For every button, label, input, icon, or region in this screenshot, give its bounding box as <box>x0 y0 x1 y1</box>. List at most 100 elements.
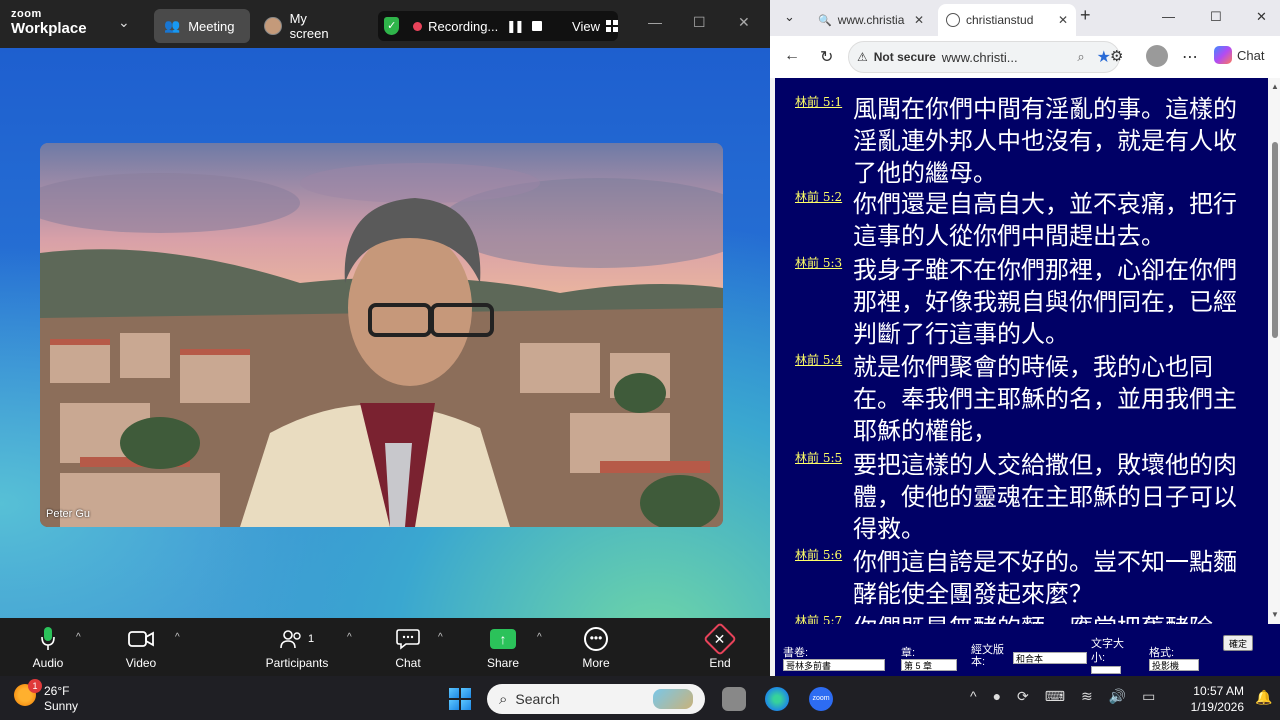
bible-options-form: 書卷: 哥林多前書 章: 第 5 章 經文版本: 和合本 文字大小: 格式: 投… <box>775 624 1280 676</box>
verse-reference-link[interactable]: 林前 5:7 <box>795 612 842 624</box>
verse-reference-link[interactable]: 林前 5:2 <box>795 188 842 205</box>
participant-video[interactable] <box>40 143 723 527</box>
version-select[interactable]: 和合本 <box>1013 652 1087 664</box>
notification-badge: 1 <box>28 679 42 693</box>
browser-tab-1[interactable]: 🔍 www.christia ✕ <box>810 4 932 36</box>
url-text: www.christi... <box>941 49 1018 65</box>
verse-text: 你們既是無酵的麵，應當把舊酵除 <box>853 612 1247 624</box>
verse-text: 就是你們聚會的時候，我的心也同在。奉我們主耶穌的名，並用我們主耶穌的權能， <box>853 353 1237 445</box>
scroll-up-icon[interactable]: ▲ <box>1271 82 1279 91</box>
scrollbar[interactable]: ▲ ▼ <box>1268 78 1280 624</box>
address-bar[interactable]: ⚠ Not secure www.christi... ⌕ ★ <box>848 41 1120 73</box>
more-label: More <box>582 656 610 670</box>
people-icon: 👥 <box>164 18 181 33</box>
zoom-search-icon[interactable]: ⌕ <box>1077 49 1084 65</box>
chat-button[interactable]: Chat <box>388 624 428 670</box>
audio-button[interactable]: Audio <box>26 624 70 670</box>
copilot-chat-button[interactable]: Chat <box>1214 46 1264 64</box>
format-label: 格式: <box>1149 647 1175 659</box>
end-button[interactable]: ✕ End <box>702 622 738 670</box>
browser-tab-2[interactable]: christianstud ✕ <box>938 4 1076 36</box>
refresh-icon[interactable]: ↻ <box>820 47 833 67</box>
verse-reference-link[interactable]: 林前 5:6 <box>795 546 842 563</box>
book-select[interactable]: 哥林多前書 <box>783 659 885 671</box>
zoom-logo-bottom: Workplace <box>11 20 87 37</box>
grid-view-icon[interactable] <box>606 20 618 32</box>
end-call-icon: ✕ <box>703 622 737 656</box>
chevron-up-icon[interactable]: ^ <box>970 688 977 705</box>
chevron-down-icon[interactable]: ⌄ <box>118 14 130 31</box>
video-button[interactable]: Video <box>118 624 164 670</box>
task-view-icon[interactable] <box>722 687 746 711</box>
copilot-chat-label: Chat <box>1237 47 1265 63</box>
view-button[interactable]: View <box>572 19 600 34</box>
book-label: 書卷: <box>783 647 809 659</box>
confirm-button[interactable]: 確定 <box>1223 635 1253 651</box>
chapter-select[interactable]: 第 5 章 <box>901 659 957 671</box>
tab-actions-chevron-icon[interactable]: ⌄ <box>784 9 795 25</box>
security-alert-icon[interactable]: ● <box>993 688 1001 705</box>
search-icon: ⌕ <box>499 690 508 708</box>
search-icon: 🔍 <box>818 14 832 27</box>
tab-meeting-label: Meeting <box>188 18 235 34</box>
volume-icon[interactable]: 🔊 <box>1109 688 1126 705</box>
taskbar-search[interactable]: ⌕ Search <box>487 684 705 714</box>
wifi-icon[interactable]: ≋ <box>1081 688 1093 705</box>
more-button[interactable]: ••• More <box>576 624 616 670</box>
edge-browser-icon[interactable] <box>765 687 789 711</box>
battery-icon[interactable]: ▭ <box>1142 688 1155 705</box>
verse-reference-link[interactable]: 林前 5:1 <box>795 93 842 110</box>
participants-count: 1 <box>307 633 315 645</box>
chevron-up-icon[interactable]: ^ <box>175 632 180 643</box>
audio-label: Audio <box>32 656 64 670</box>
chevron-up-icon[interactable]: ^ <box>347 632 352 643</box>
zoom-toolbar: Audio ^ Video ^ 1 Participants ^ Chat ^ … <box>0 618 770 676</box>
verse-reference-link[interactable]: 林前 5:3 <box>795 254 842 271</box>
scroll-down-icon[interactable]: ▼ <box>1271 610 1279 619</box>
verse-text: 你們這自誇是不好的。豈不知一點麵酵能使全團發起來麼？ <box>853 548 1237 608</box>
copilot-icon <box>1214 46 1232 64</box>
weather-widget[interactable]: 1 26°F Sunny <box>14 679 78 714</box>
verse-reference-link[interactable]: 林前 5:4 <box>795 351 842 368</box>
new-tab-icon[interactable]: + <box>1080 5 1091 26</box>
windows-start-icon[interactable] <box>449 688 471 710</box>
chevron-up-icon[interactable]: ^ <box>537 632 542 643</box>
minimize-icon[interactable]: — <box>648 14 662 30</box>
minimize-icon[interactable]: — <box>1162 9 1175 24</box>
verse-reference-link[interactable]: 林前 5:5 <box>795 449 842 466</box>
verse-text: 風聞在你們中間有淫亂的事。這樣的淫亂連外邦人中也沒有，就是有人收了他的繼母。 <box>853 95 1237 187</box>
security-label: Not secure <box>873 50 936 64</box>
sync-icon[interactable]: ⟳ <box>1017 688 1029 705</box>
tab-meeting[interactable]: 👥 Meeting <box>154 9 250 43</box>
close-icon[interactable]: ✕ <box>738 14 750 31</box>
tab-my-screen[interactable]: My screen <box>254 9 358 43</box>
zoom-app-icon[interactable]: zoom <box>809 687 833 711</box>
close-icon[interactable]: ✕ <box>1256 9 1267 25</box>
meeting-stage: Peter Gu <box>0 48 770 618</box>
extensions-icon[interactable]: ⚙ <box>1110 47 1123 65</box>
chevron-up-icon[interactable]: ^ <box>438 632 443 643</box>
font-size-select[interactable] <box>1091 666 1121 674</box>
notification-bell-icon[interactable]: 🔔 <box>1255 689 1272 706</box>
chat-label: Chat <box>395 656 421 670</box>
scrollbar-thumb[interactable] <box>1272 142 1278 338</box>
back-arrow-icon[interactable]: ← <box>784 47 800 65</box>
stop-icon[interactable] <box>532 21 543 31</box>
favorite-star-icon[interactable]: ★ <box>1097 47 1111 67</box>
format-select[interactable]: 投影機 <box>1149 659 1199 671</box>
maximize-icon[interactable]: ☐ <box>693 14 706 31</box>
close-tab-icon[interactable]: ✕ <box>914 13 924 27</box>
profile-avatar[interactable] <box>1146 45 1168 67</box>
font-size-label: 文字大小: <box>1091 638 1124 664</box>
warning-icon: ⚠ <box>857 50 868 64</box>
zoom-titlebar: zoom Workplace ⌄ 👥 Meeting My screen ✓ R… <box>0 0 770 48</box>
participants-button[interactable]: 1 Participants <box>260 624 334 670</box>
chevron-up-icon[interactable]: ^ <box>76 632 81 643</box>
share-button[interactable]: ↑ Share <box>482 624 524 670</box>
maximize-icon[interactable]: ☐ <box>1210 9 1222 25</box>
more-menu-icon[interactable]: ⋯ <box>1182 47 1198 67</box>
clock[interactable]: 10:57 AM 1/19/2026 <box>1188 683 1244 715</box>
close-tab-icon[interactable]: ✕ <box>1058 13 1068 27</box>
input-method-icon[interactable]: ⌨ <box>1045 688 1065 705</box>
pause-icon[interactable]: ❚❚ <box>506 19 524 33</box>
